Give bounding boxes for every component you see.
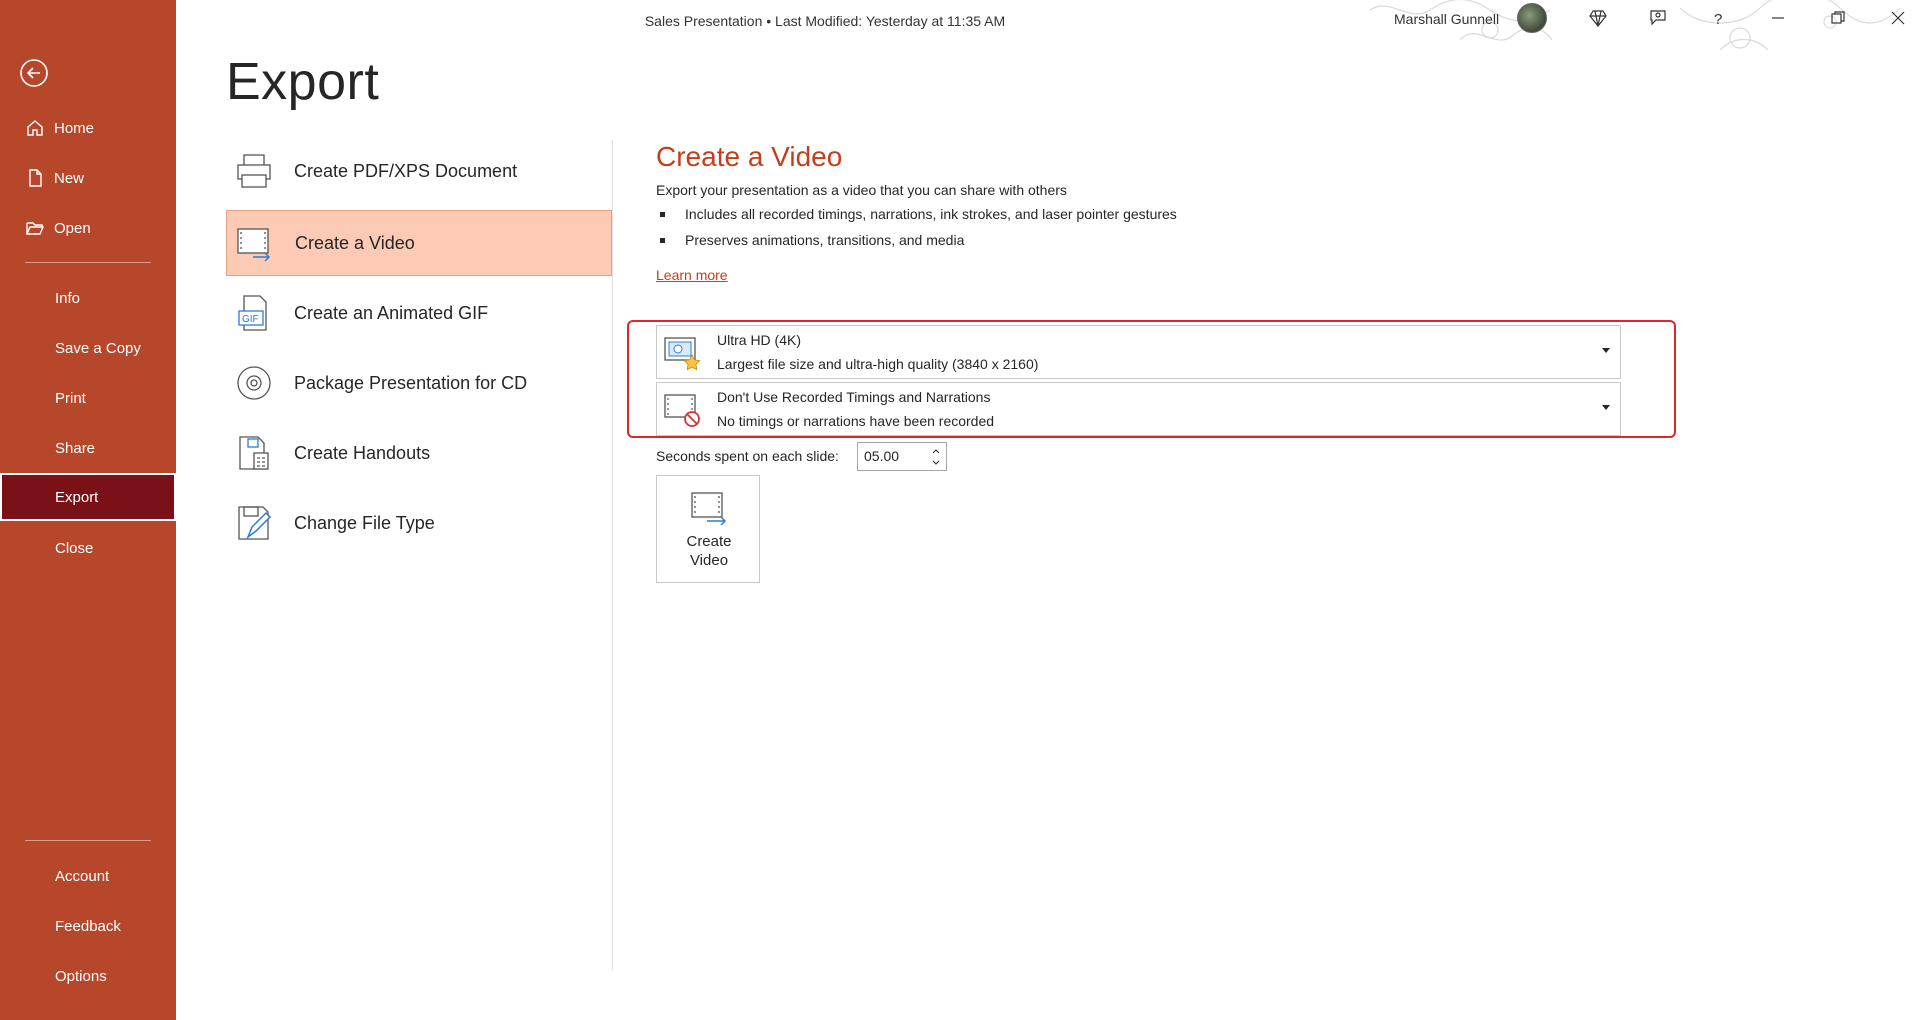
section-title: Create a Video	[656, 141, 843, 172]
nav-item-label: Account	[55, 867, 110, 885]
chevron-down-icon	[1602, 348, 1610, 353]
nav-item-label: Share	[55, 439, 96, 457]
dropdown-subtitle: Largest file size and ultra-high quality…	[717, 356, 1039, 372]
dropdown-subtitle: No timings or narrations have been recor…	[717, 413, 995, 429]
nav-item-label: Save a Copy	[55, 339, 141, 357]
nav-item-label: Info	[55, 289, 81, 307]
back-arrow-icon	[20, 59, 48, 87]
feature-bullet: Includes all recorded timings, narration…	[660, 206, 1177, 222]
nav-divider	[25, 262, 151, 263]
create-video-button[interactable]: Create Video	[656, 475, 760, 583]
export-option-label: Create Handouts	[294, 442, 431, 463]
export-option-change-file-type[interactable]: Change File Type	[226, 490, 612, 556]
seconds-per-slide-input[interactable]	[864, 448, 922, 464]
new-document-icon	[24, 167, 46, 189]
minimize-icon[interactable]	[1766, 6, 1790, 30]
nav-item-label: Options	[55, 967, 107, 985]
learn-more-link[interactable]: Learn more	[656, 267, 728, 283]
premium-diamond-icon[interactable]	[1586, 6, 1610, 30]
export-option-create-video[interactable]: Create a Video	[226, 210, 612, 276]
timings-narrations-dropdown[interactable]: Don't Use Recorded Timings and Narration…	[656, 382, 1621, 436]
section-description: Export your presentation as a video that…	[656, 182, 1067, 198]
bullet-marker	[660, 211, 665, 217]
coauthoring-icon[interactable]	[1646, 6, 1670, 30]
svg-text:GIF: GIF	[242, 314, 259, 325]
feature-bullet: Preserves animations, transitions, and m…	[660, 232, 964, 248]
nav-item-share[interactable]: Share	[0, 424, 176, 472]
seconds-per-slide-label: Seconds spent on each slide:	[656, 448, 839, 464]
nav-item-open[interactable]: Open	[0, 204, 176, 252]
help-icon[interactable]: ?	[1706, 6, 1730, 30]
nav-item-account[interactable]: Account	[0, 852, 176, 900]
export-option-animated-gif[interactable]: GIF Create an Animated GIF	[226, 280, 612, 346]
restore-icon[interactable]	[1826, 6, 1850, 30]
export-option-create-handouts[interactable]: Create Handouts	[226, 420, 612, 486]
back-button[interactable]	[18, 57, 50, 89]
gif-icon: GIF	[232, 291, 276, 335]
page-title: Export	[226, 53, 380, 111]
handouts-icon	[232, 431, 276, 475]
nav-item-options[interactable]: Options	[0, 952, 176, 1000]
chevron-down-icon	[1602, 405, 1610, 410]
video-icon	[233, 221, 277, 265]
nav-item-export[interactable]: Export	[0, 473, 176, 521]
nav-item-label: Close	[55, 539, 94, 557]
bullet-marker	[660, 237, 665, 243]
export-option-package-cd[interactable]: Package Presentation for CD	[226, 350, 612, 416]
nav-item-label: Print	[55, 389, 86, 407]
nav-item-print[interactable]: Print	[0, 374, 176, 422]
change-file-type-icon	[232, 501, 276, 545]
nav-item-info[interactable]: Info	[0, 274, 176, 322]
home-icon	[24, 117, 46, 139]
nav-item-label: Home	[54, 119, 95, 137]
nav-item-save-a-copy[interactable]: Save a Copy	[0, 324, 176, 372]
nav-item-close[interactable]: Close	[0, 524, 176, 572]
dropdown-title: Ultra HD (4K)	[717, 332, 802, 348]
nav-item-label: Export	[55, 488, 99, 506]
export-option-label: Create an Animated GIF	[294, 302, 489, 323]
nav-divider	[25, 840, 151, 841]
export-option-label: Create a Video	[295, 232, 415, 253]
open-folder-icon	[24, 217, 46, 239]
seconds-per-slide-stepper[interactable]	[857, 442, 947, 471]
backstage-nav: Home New Open Info Save a Copy Print Sha…	[0, 0, 176, 1020]
spin-up-icon[interactable]	[930, 445, 942, 457]
create-video-line2: Video	[689, 552, 729, 569]
bullet-text: Preserves animations, transitions, and m…	[685, 232, 965, 248]
export-option-label: Create PDF/XPS Document	[294, 160, 518, 181]
pane-divider	[612, 140, 613, 970]
dropdown-title: Don't Use Recorded Timings and Narration…	[717, 389, 991, 405]
nav-item-label: New	[54, 169, 85, 187]
export-option-label: Change File Type	[294, 512, 435, 533]
video-icon	[689, 490, 729, 526]
nav-item-label: Feedback	[55, 917, 121, 935]
nav-item-home[interactable]: Home	[0, 104, 176, 152]
avatar[interactable]	[1517, 3, 1547, 33]
export-option-pdf-xps[interactable]: Create PDF/XPS Document	[226, 138, 612, 204]
nav-item-new[interactable]: New	[0, 154, 176, 202]
video-quality-dropdown[interactable]: Ultra HD (4K) Largest file size and ultr…	[656, 325, 1621, 379]
close-icon[interactable]	[1886, 6, 1910, 30]
nav-item-feedback[interactable]: Feedback	[0, 902, 176, 950]
create-video-line1: Create	[686, 533, 732, 550]
pdf-document-icon	[232, 149, 276, 193]
create-video-button-label: Create Video	[657, 532, 761, 570]
no-timings-icon	[663, 392, 701, 428]
nav-item-label: Open	[54, 219, 91, 237]
bullet-text: Includes all recorded timings, narration…	[685, 206, 1177, 222]
cd-icon	[232, 361, 276, 405]
svg-text:?: ?	[1714, 11, 1722, 28]
export-option-label: Package Presentation for CD	[294, 372, 528, 393]
spin-down-icon[interactable]	[930, 457, 942, 469]
ultra-hd-quality-icon	[663, 335, 701, 371]
user-name[interactable]: Marshall Gunnell	[1394, 11, 1499, 27]
